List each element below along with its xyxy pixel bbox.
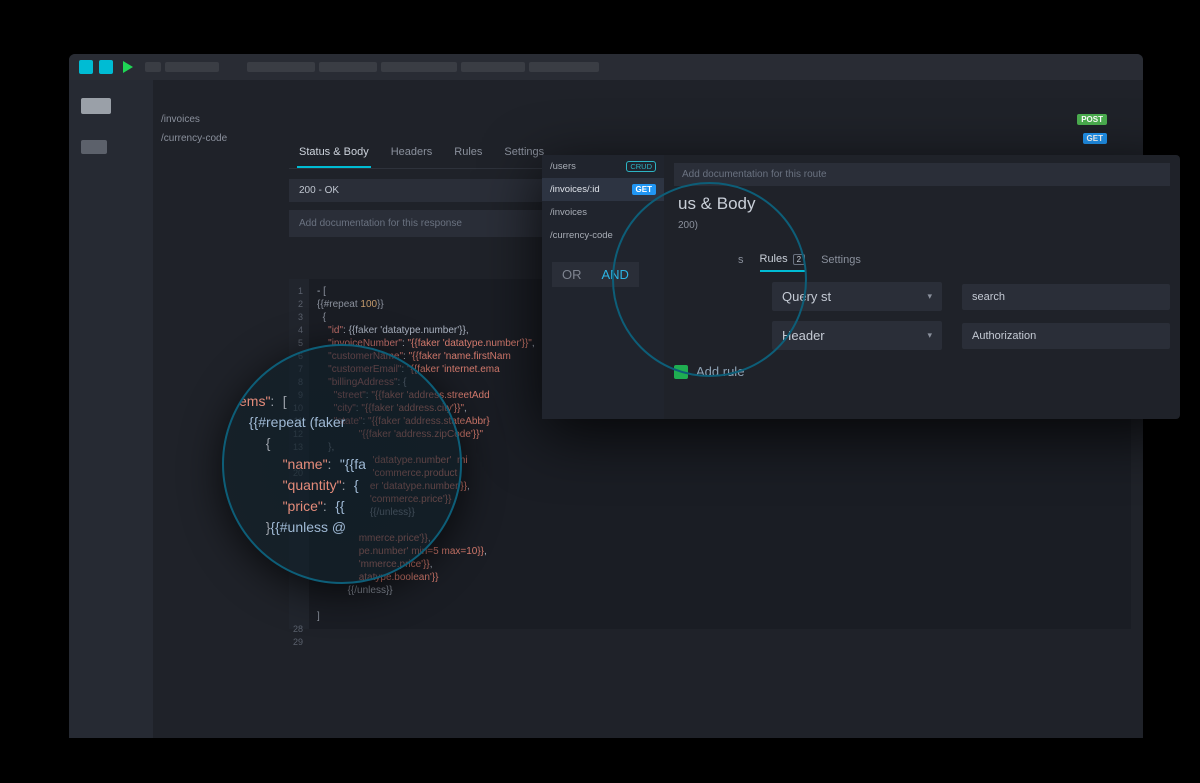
tab-settings[interactable]: Settings [502,140,546,168]
chevron-down-icon: ▾ [927,291,932,302]
titlebar-tab[interactable] [461,62,525,72]
titlebar [69,54,1143,80]
tab-rules[interactable]: Rules [452,140,484,168]
overlay-tab[interactable]: Rules 2 [760,253,806,272]
overlay-tab[interactable]: s [738,254,744,271]
overlay-route-item[interactable]: /currency-code [542,224,664,247]
rules-overlay-window: /usersCRUD/invoices/:idGET/invoices/curr… [542,155,1180,419]
sidebar-item-1[interactable] [81,98,111,114]
overlay-content: Add documentation for this route us & Bo… [664,155,1180,419]
overlay-route-item[interactable]: /invoices [542,201,664,224]
sidebar-item-2[interactable] [81,140,107,154]
tab-headers[interactable]: Headers [389,140,435,168]
routes-list: /invoicesPOST/currency-codeGET [153,80,1143,148]
magnified-code: items": [ {{#repeat (faker { "name": "{{… [224,391,366,538]
overlay-subtitle: 200) [678,220,1170,231]
rule-row: Header▾ Authorization [772,321,1170,350]
tab-status-body[interactable]: Status & Body [297,140,371,168]
plus-icon [674,365,688,379]
titlebar-tab[interactable] [247,62,315,72]
titlebar-tabs [145,62,599,72]
titlebar-tab[interactable] [165,62,219,72]
rule-value-input[interactable]: search [962,284,1170,310]
overlay-tab[interactable]: Settings [821,254,861,271]
overlay-route-item[interactable]: /invoices/:idGET [542,178,664,201]
rule-value-input[interactable]: Authorization [962,323,1170,349]
titlebar-tab[interactable] [529,62,599,72]
env-button-2[interactable] [99,60,113,74]
rule-target-select[interactable]: Header▾ [772,321,942,350]
rule-target-select[interactable]: Query st▾ [772,282,942,311]
titlebar-tab[interactable] [145,62,161,72]
add-rule-label: Add rule [696,364,744,379]
route-item[interactable]: /invoicesPOST [161,110,1107,129]
overlay-route-item[interactable]: /usersCRUD [542,155,664,178]
code-magnifier: items": [ {{#repeat (faker { "name": "{{… [222,344,462,584]
rules-container: Query st▾ search Header▾ Authorization [772,282,1170,350]
overlay-tab-bar: s Rules 2 Settings [738,253,1170,272]
overlay-routes-list: /usersCRUD/invoices/:idGET/invoices/curr… [542,155,664,419]
env-button-1[interactable] [79,60,93,74]
titlebar-tab[interactable] [381,62,457,72]
overlay-doc-input[interactable]: Add documentation for this route [674,163,1170,186]
titlebar-tab[interactable] [319,62,377,72]
chevron-down-icon: ▾ [927,330,932,341]
or-button[interactable]: OR [552,262,592,287]
overlay-title: us & Body [678,194,1170,214]
add-rule-button[interactable]: Add rule [674,364,1170,379]
rule-row: Query st▾ search [772,282,1170,311]
left-sidebar [69,80,153,738]
play-icon[interactable] [123,61,133,73]
and-button[interactable]: AND [592,262,639,287]
logic-toggle: OR AND [552,262,639,287]
